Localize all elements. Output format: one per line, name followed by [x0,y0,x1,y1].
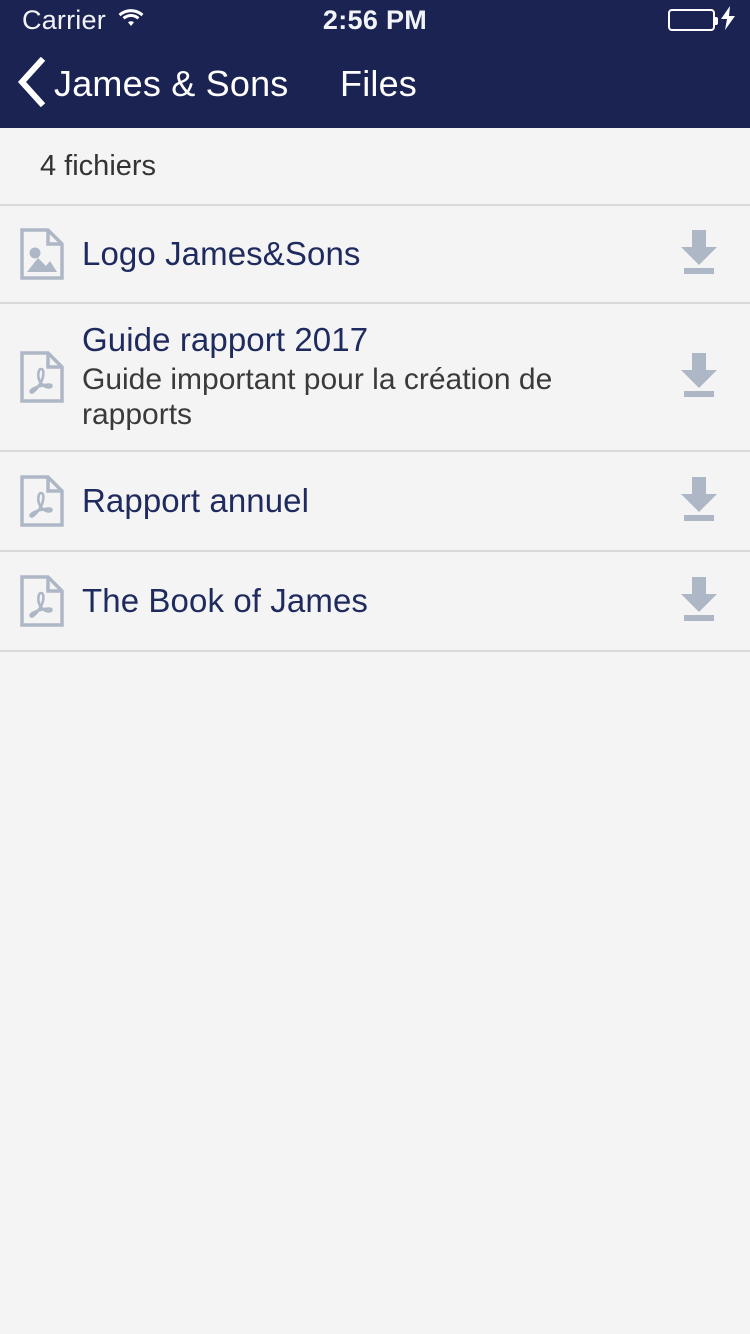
list-item[interactable]: Rapport annuel [0,452,750,552]
pdf-file-icon [20,475,64,527]
status-bar-right [668,0,736,40]
lightning-bolt-icon [720,5,736,35]
list-item[interactable]: Guide rapport 2017 Guide important pour … [0,304,750,452]
status-bar: Carrier 2:56 PM [0,0,750,40]
file-count-header: 4 fichiers [40,149,157,182]
list-item-title: Rapport annuel [82,481,310,519]
list-item-texts: Guide rapport 2017 Guide important pour … [82,321,676,432]
file-list: Logo James&Sons Guide rapport 2017 Guide… [0,204,750,652]
page-title: Files [340,63,418,104]
download-button[interactable] [676,229,722,279]
back-button[interactable]: James & Sons [14,40,289,128]
back-button-label: James & Sons [54,63,289,104]
pdf-file-icon [20,351,64,403]
chevron-left-icon [14,56,48,112]
list-item-texts: Rapport annuel [82,482,676,520]
download-icon [676,227,722,282]
navigation-bar: James & Sons Files [0,40,750,128]
list-item-title: Guide rapport 2017 [82,321,369,359]
download-button[interactable] [676,576,722,626]
list-item-title: The Book of James [82,581,369,619]
pdf-file-icon [20,575,64,627]
list-item[interactable]: Logo James&Sons [0,204,750,304]
download-icon [676,350,722,405]
app-screen: Carrier 2:56 PM James & Sons Files 4 fic… [0,0,750,1334]
list-item-texts: Logo James&Sons [82,235,676,273]
download-button[interactable] [676,476,722,526]
list-item[interactable]: The Book of James [0,552,750,652]
download-button[interactable] [676,352,722,402]
list-item-title: Logo James&Sons [82,234,361,272]
download-icon [676,474,722,529]
list-item-texts: The Book of James [82,582,676,620]
status-bar-time: 2:56 PM [322,4,428,35]
list-item-subtitle: Guide important pour la création de rapp… [82,362,553,432]
image-file-icon [20,228,64,280]
battery-icon [668,9,718,31]
download-icon [676,574,722,629]
content-area: 4 fichiers Logo James&Sons Guide rapport… [0,128,750,1334]
